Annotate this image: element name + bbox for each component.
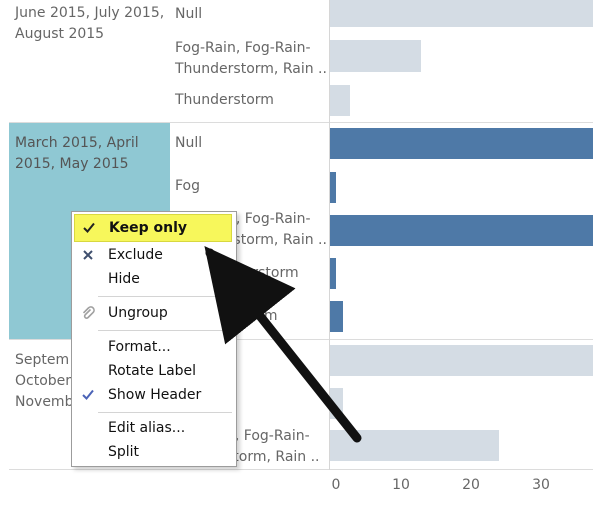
menu-item-split[interactable]: Split bbox=[72, 440, 234, 464]
menu-item-show-header[interactable]: Show Header bbox=[72, 383, 234, 407]
menu-separator bbox=[98, 296, 232, 297]
bar-summer-thunderstorm[interactable] bbox=[330, 85, 350, 116]
tableau-sheet: June 2015, July 2015, August 2015 March … bbox=[0, 0, 593, 507]
bar-spring-thunderstorm[interactable] bbox=[330, 258, 336, 289]
menu-item-label: Hide bbox=[108, 271, 140, 287]
weather-label-storm-spring[interactable]: storm bbox=[237, 306, 389, 327]
weather-label-thunderstorm-spring[interactable]: nderstorm bbox=[226, 263, 378, 284]
menu-item-label: Edit alias... bbox=[108, 420, 186, 436]
menu-separator bbox=[98, 330, 232, 331]
close-icon bbox=[80, 247, 96, 263]
menu-item-label: Format... bbox=[108, 339, 171, 355]
weather-label-fog-rain[interactable]: Fog-Rain, Fog-Rain- Thunderstorm, Rain .… bbox=[175, 38, 327, 80]
menu-item-format[interactable]: Format... bbox=[72, 335, 234, 359]
weather-label-null-spring[interactable]: Null bbox=[175, 133, 327, 154]
menu-item-exclude[interactable]: Exclude bbox=[72, 243, 234, 267]
bar-autumn-null[interactable] bbox=[330, 345, 593, 376]
menu-item-label: Ungroup bbox=[108, 305, 168, 321]
menu-item-label: Exclude bbox=[108, 247, 163, 263]
axis-baseline bbox=[9, 469, 593, 470]
group-label-autumn-line-2[interactable]: October bbox=[15, 371, 71, 392]
bar-spring-storm[interactable] bbox=[330, 301, 343, 332]
group-label-autumn-line-3[interactable]: Novemb bbox=[15, 392, 71, 413]
menu-item-hide[interactable]: Hide bbox=[72, 267, 234, 291]
bar-summer-null[interactable] bbox=[330, 0, 593, 27]
bar-spring-null[interactable] bbox=[330, 128, 593, 159]
checkmark-icon bbox=[80, 387, 96, 403]
axis-tick-0: 0 bbox=[331, 477, 341, 493]
menu-item-ungroup[interactable]: Ungroup bbox=[72, 301, 234, 325]
menu-item-label: Show Header bbox=[108, 387, 202, 403]
bar-summer-fog-rain[interactable] bbox=[330, 40, 421, 72]
weather-label-thunderstorm[interactable]: Thunderstorm bbox=[175, 90, 327, 111]
axis-tick-20: 20 bbox=[462, 477, 480, 493]
menu-item-label: Keep only bbox=[109, 220, 187, 236]
group-label-summer[interactable]: June 2015, July 2015, August 2015 bbox=[15, 3, 165, 45]
menu-item-edit-alias[interactable]: Edit alias... bbox=[72, 416, 234, 440]
paperclip-icon bbox=[80, 305, 96, 321]
bar-spring-fog-rain[interactable] bbox=[330, 215, 593, 246]
weather-label-null[interactable]: Null bbox=[175, 4, 327, 25]
bar-autumn-fog[interactable] bbox=[330, 388, 343, 419]
weather-label-fog-spring[interactable]: Fog bbox=[175, 176, 327, 197]
group-label-autumn-line-1[interactable]: Septem bbox=[15, 350, 71, 371]
group-label-spring[interactable]: March 2015, April 2015, May 2015 bbox=[15, 133, 165, 175]
menu-separator bbox=[98, 412, 232, 413]
axis-tick-30: 30 bbox=[532, 477, 550, 493]
axis-tick-10: 10 bbox=[392, 477, 410, 493]
menu-item-label: Rotate Label bbox=[108, 363, 197, 379]
menu-item-rotate-label[interactable]: Rotate Label bbox=[72, 359, 234, 383]
menu-item-keep-only[interactable]: Keep only bbox=[74, 214, 232, 242]
context-menu: Keep only Exclude Hide Ungroup Format...… bbox=[71, 211, 237, 467]
menu-item-label: Split bbox=[108, 444, 140, 460]
bar-spring-fog[interactable] bbox=[330, 172, 336, 203]
check-icon bbox=[81, 220, 97, 236]
bar-autumn-fog-rain[interactable] bbox=[330, 430, 499, 461]
